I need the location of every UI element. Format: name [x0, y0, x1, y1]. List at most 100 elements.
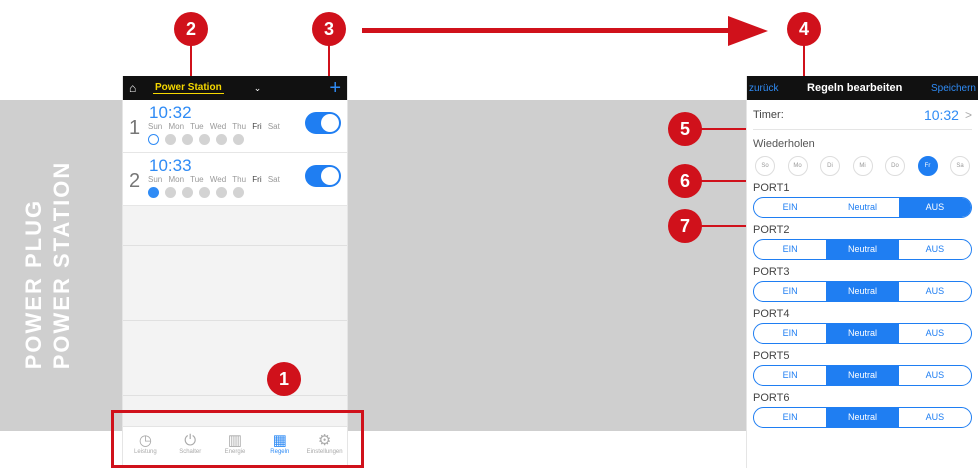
- status-dot: [165, 187, 176, 198]
- day-label: Thu: [232, 122, 247, 131]
- port-option-aus[interactable]: AUS: [899, 324, 971, 343]
- chevron-right-icon: >: [964, 107, 972, 122]
- rule-enabled-toggle[interactable]: [305, 112, 341, 134]
- status-dot: [233, 187, 244, 198]
- weekday-button[interactable]: So: [755, 156, 775, 176]
- port-option-neutral[interactable]: Neutral: [826, 366, 899, 385]
- port-option-neutral[interactable]: Neutral: [826, 198, 898, 217]
- side-title-line1: POWER PLUG: [21, 198, 46, 370]
- day-label: Thu: [232, 175, 247, 184]
- rules-list: 1 10:32 Sun Mon Tue Wed Thu Fri Sat 2 10…: [123, 100, 347, 430]
- rule-enabled-toggle[interactable]: [305, 165, 341, 187]
- weekday-selector: So Mo Di Mi Do Fr Sa: [753, 156, 972, 176]
- rule-row[interactable]: 2 10:33 Sun Mon Tue Wed Thu Fri Sat: [123, 153, 347, 206]
- port-option-neutral[interactable]: Neutral: [826, 324, 899, 343]
- port-option-ein[interactable]: EIN: [754, 366, 826, 385]
- badge7-connector: [700, 225, 750, 227]
- port-option-ein[interactable]: EIN: [754, 198, 826, 217]
- port-option-neutral[interactable]: Neutral: [826, 408, 899, 427]
- day-label: Sat: [267, 175, 280, 184]
- timer-label: Timer:: [753, 108, 784, 121]
- port-row: PORT1 EIN Neutral AUS: [753, 182, 972, 218]
- day-label: Tue: [190, 175, 204, 184]
- port-option-aus[interactable]: AUS: [899, 408, 971, 427]
- port-option-aus[interactable]: AUS: [899, 282, 971, 301]
- port-option-neutral[interactable]: Neutral: [826, 240, 899, 259]
- port-option-aus[interactable]: AUS: [899, 240, 971, 259]
- port-option-aus[interactable]: AUS: [898, 198, 971, 217]
- back-button[interactable]: zurück: [749, 83, 778, 94]
- day-label: Fri: [252, 175, 262, 184]
- status-dot: [216, 134, 227, 145]
- badge6-connector: [700, 180, 750, 182]
- badge-2: 2: [174, 12, 208, 46]
- status-dot: [216, 187, 227, 198]
- port-status-dots: [148, 134, 250, 145]
- ports-list: PORT1 EIN Neutral AUS PORT2 EIN Neutral AUS PORT…: [753, 182, 972, 428]
- divider: [123, 320, 347, 321]
- top-bar: ⌂ Power Station ⌄ +: [123, 76, 347, 100]
- port-label: PORT2: [753, 224, 790, 236]
- day-label: Fri: [252, 122, 262, 131]
- weekday-button-selected[interactable]: Fr: [917, 156, 938, 176]
- port-mode-segmented-control: EIN Neutral AUS: [753, 197, 972, 218]
- side-title-line2: POWER STATION: [49, 160, 74, 370]
- port-option-neutral[interactable]: Neutral: [826, 282, 899, 301]
- add-rule-button[interactable]: +: [329, 78, 341, 98]
- weekday-button[interactable]: Di: [820, 156, 840, 176]
- day-label: Sun: [148, 175, 163, 184]
- rule-row[interactable]: 1 10:32 Sun Mon Tue Wed Thu Fri Sat: [123, 100, 347, 153]
- rule-number: 1: [129, 117, 141, 139]
- timer-row[interactable]: Timer: 10:32 >: [753, 100, 972, 130]
- port-option-ein[interactable]: EIN: [754, 408, 826, 427]
- port-mode-segmented-control: EIN Neutral AUS: [753, 323, 972, 344]
- arrow-head-icon: [728, 16, 768, 46]
- port-label: PORT5: [753, 350, 790, 362]
- port-mode-segmented-control: EIN Neutral AUS: [753, 407, 972, 428]
- weekday-button[interactable]: Sa: [950, 156, 970, 176]
- edit-rule-screen: zurück Regeln bearbeiten Speichern Timer…: [746, 76, 978, 468]
- side-title: POWER PLUG POWER STATION: [20, 161, 76, 370]
- day-label: Tue: [190, 122, 204, 131]
- status-dot: [148, 134, 159, 145]
- day-label: Wed: [209, 122, 227, 131]
- home-icon[interactable]: ⌂: [129, 81, 149, 95]
- rule-time: 10:33: [149, 156, 192, 175]
- port-option-ein[interactable]: EIN: [754, 282, 826, 301]
- status-dot: [182, 134, 193, 145]
- page-title: Regeln bearbeiten: [807, 82, 903, 94]
- badge-6: 6: [668, 164, 702, 198]
- status-dot: [148, 187, 159, 198]
- station-selector[interactable]: Power Station: [153, 82, 224, 94]
- chevron-down-icon[interactable]: ⌄: [254, 83, 262, 94]
- divider: [123, 395, 347, 396]
- port-status-dots: [148, 187, 250, 198]
- port-mode-segmented-control: EIN Neutral AUS: [753, 365, 972, 386]
- port-option-ein[interactable]: EIN: [754, 324, 826, 343]
- badge-7: 7: [668, 209, 702, 243]
- weekday-button[interactable]: Do: [885, 156, 905, 176]
- weekday-button[interactable]: Mi: [852, 156, 873, 176]
- port-label: PORT6: [753, 392, 790, 404]
- port-label: PORT3: [753, 266, 790, 278]
- repeat-label: Wiederholen: [753, 138, 815, 150]
- weekday-button[interactable]: Mo: [787, 156, 808, 176]
- divider: [123, 245, 347, 246]
- badge-4: 4: [787, 12, 821, 46]
- day-label: Mon: [168, 122, 185, 131]
- port-row: PORT2 EIN Neutral AUS: [753, 224, 972, 260]
- port-label: PORT4: [753, 308, 790, 320]
- day-label: Wed: [209, 175, 227, 184]
- port-mode-segmented-control: EIN Neutral AUS: [753, 239, 972, 260]
- port-option-aus[interactable]: AUS: [899, 366, 971, 385]
- save-button[interactable]: Speichern: [931, 83, 976, 94]
- day-labels: Sun Mon Tue Wed Thu Fri Sat: [148, 175, 284, 184]
- port-option-ein[interactable]: EIN: [754, 240, 826, 259]
- rule-number: 2: [129, 170, 141, 192]
- edit-body: Timer: 10:32 > Wiederholen So Mo Di Mi D…: [747, 100, 978, 428]
- status-dot: [182, 187, 193, 198]
- badge-1: 1: [267, 362, 301, 396]
- timer-value: 10:32: [923, 106, 959, 123]
- status-dot: [199, 187, 210, 198]
- port-label: PORT1: [753, 182, 790, 194]
